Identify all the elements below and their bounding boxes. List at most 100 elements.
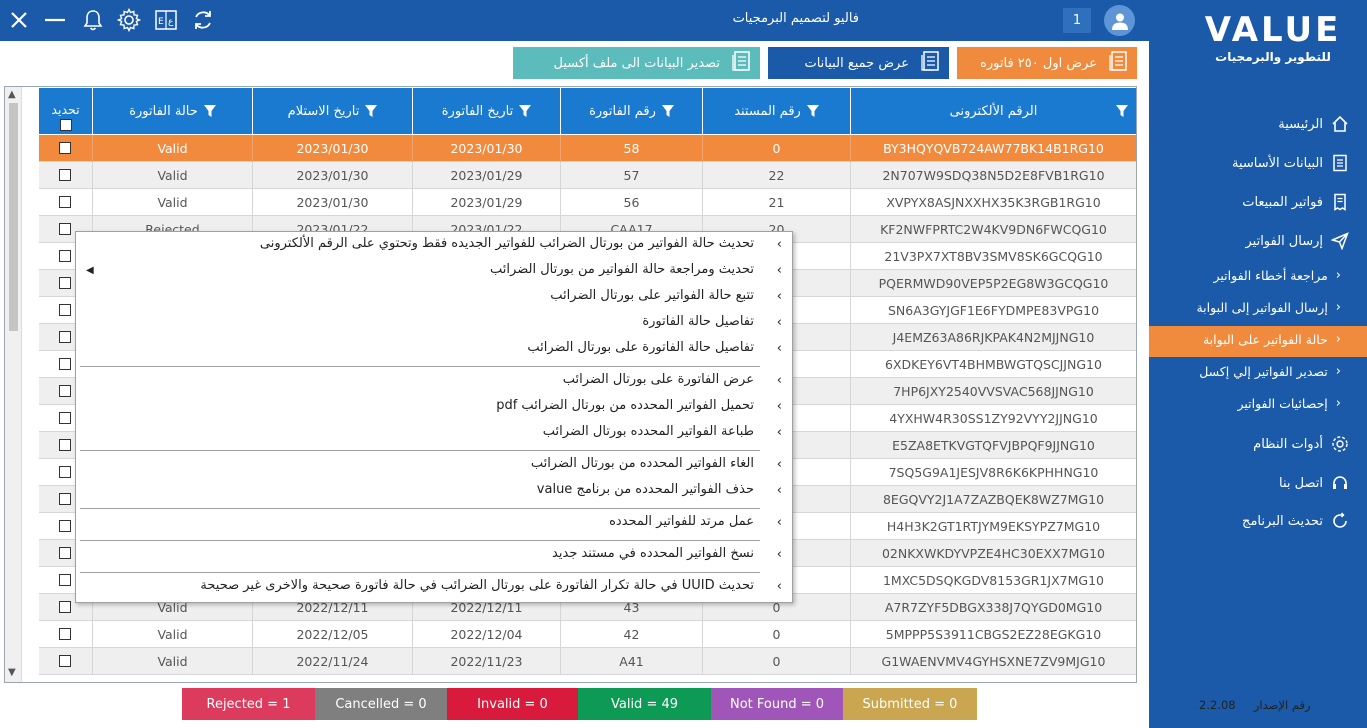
gear-icon[interactable]: [115, 6, 143, 34]
table-row[interactable]: Valid 2023/01/30 2023/01/30 58 0 BY3HQYQVB724…: [39, 135, 1136, 162]
context-menu-item[interactable]: تحديث ومراجعة حالة الفواتير من بورتال ال…: [490, 262, 754, 277]
version-label: رقم الإصدار: [1253, 698, 1311, 712]
table-row[interactable]: Valid 2023/01/30 2023/01/29 56 21 XVPYX8ASJNX…: [39, 189, 1136, 216]
user-name: فاليو لتصميم البرمجيات: [732, 11, 859, 26]
row-checkbox[interactable]: [59, 439, 71, 451]
filter-icon[interactable]: [519, 105, 532, 117]
table-row[interactable]: Valid 2023/01/30 2023/01/29 57 22 2N707W9SDQ3…: [39, 162, 1136, 189]
row-checkbox[interactable]: [59, 142, 71, 154]
context-menu-item[interactable]: نسخ الفواتير المحدده في مستند جديد: [552, 546, 754, 561]
row-checkbox[interactable]: [59, 277, 71, 289]
filter-icon[interactable]: [203, 105, 216, 117]
scroll-up-icon[interactable]: ▲: [8, 89, 16, 100]
minimize-icon[interactable]: [41, 6, 69, 34]
row-checkbox[interactable]: [59, 412, 71, 424]
context-menu-item[interactable]: تحميل الفواتير المحدده من بورتال الضرائب…: [496, 398, 754, 413]
header-select: تحديد: [39, 88, 93, 134]
nav-label: أدوات النظام: [1253, 436, 1323, 452]
row-checkbox[interactable]: [59, 358, 71, 370]
select-all-checkbox[interactable]: [59, 119, 72, 131]
chevron-left-icon: ‹: [776, 263, 782, 278]
status-cancelled[interactable]: Cancelled = 0: [315, 688, 447, 720]
context-menu-item[interactable]: تفاصيل حالة الفاتورة على بورتال الضرائب: [527, 340, 754, 355]
cell-doc-no: 0: [703, 135, 851, 162]
status-rejected[interactable]: Rejected = 1: [182, 688, 315, 720]
row-checkbox[interactable]: [59, 196, 71, 208]
context-menu-item[interactable]: عرض الفاتورة على بورتال الضرائب: [563, 372, 754, 387]
row-checkbox[interactable]: [59, 250, 71, 262]
context-menu-item[interactable]: عمل مرتد للفواتير المحدده: [609, 514, 754, 529]
scroll-down-icon[interactable]: ▼: [8, 667, 16, 678]
status-not-found[interactable]: Not Found = 0: [711, 688, 843, 720]
row-checkbox[interactable]: [59, 385, 71, 397]
show-all-data-button[interactable]: عرض جميع البيانات: [768, 47, 949, 79]
chevron-left-icon: ‹: [1335, 332, 1341, 347]
nav-item-basic-data[interactable]: البيانات الأساسية: [1232, 154, 1349, 172]
cell-electronic-id: 7SQ5G9A1JESJV8R6K6KPHHNG10: [888, 465, 1099, 480]
nav-item-home[interactable]: الرئيسية: [1278, 115, 1349, 133]
export-excel-button[interactable]: تصدير البيانات الى ملف أكسيل: [513, 47, 760, 79]
row-select-cell: [39, 621, 93, 648]
cell-electronic-id: 7HP6JXY2540VVSVAC568JJNG10: [893, 384, 1094, 399]
header-invoice-date[interactable]: تاريخ الفاتورة: [413, 88, 561, 134]
row-checkbox[interactable]: [59, 655, 71, 667]
table-row[interactable]: Valid 2022/12/05 2022/12/04 42 0 5MPPP5S3911C…: [39, 621, 1136, 648]
scrollbar-thumb[interactable]: [9, 103, 18, 331]
nav-item-send-invoices[interactable]: إرسال الفواتير: [1245, 232, 1349, 250]
header-status[interactable]: حالة الفاتورة: [93, 88, 253, 134]
nav-item-system-tools[interactable]: أدوات النظام: [1253, 435, 1349, 453]
header-receive-date[interactable]: تاريخ الاستلام: [253, 88, 413, 134]
nav-item-update-program[interactable]: تحديث البرنامج: [1242, 512, 1349, 530]
filter-icon[interactable]: [1116, 105, 1128, 117]
status-submitted[interactable]: Submitted = 0: [843, 688, 977, 720]
nav-item-portal-status[interactable]: ‹ حالة الفواتير على البوابة: [1203, 332, 1341, 347]
row-checkbox[interactable]: [59, 547, 71, 559]
status-valid[interactable]: Valid = 49: [578, 688, 711, 720]
filter-icon[interactable]: [365, 105, 378, 117]
row-checkbox[interactable]: [59, 331, 71, 343]
context-menu-item[interactable]: الغاء الفواتير المحدده من بورتال الضرائب: [531, 456, 754, 471]
table-row[interactable]: Valid 2022/11/24 2022/11/23 A41 0 G1WAENVMV4G…: [39, 648, 1136, 675]
language-icon[interactable]: Eع: [152, 6, 180, 34]
header-electronic-id[interactable]: الرقم الألكترونى: [851, 88, 1136, 134]
row-checkbox[interactable]: [59, 520, 71, 532]
close-icon[interactable]: [5, 6, 33, 34]
row-checkbox[interactable]: [59, 169, 71, 181]
filter-icon[interactable]: [806, 105, 819, 117]
cell-electronic-id: 8EGQVY2J1A7ZAZBQEK8WZ7MG10: [882, 492, 1105, 507]
cell-invoice-date: 2023/01/29: [413, 162, 561, 189]
cell-invoice-date: 2022/12/04: [413, 621, 561, 648]
cell-electronic-id: 5MPPP5S3911CBGS2EZ28EGKG10: [885, 627, 1102, 642]
menu-separator: [80, 366, 760, 367]
user-avatar-icon[interactable]: [1104, 5, 1135, 36]
chevron-left-icon: ‹: [776, 237, 782, 252]
row-checkbox[interactable]: [59, 223, 71, 235]
context-menu-item[interactable]: تحديث UUID في حالة تكرار الفاتورة على بو…: [200, 578, 754, 593]
context-menu-item[interactable]: طباعة الفواتير المحدده بورتال الضرائب: [543, 424, 754, 439]
row-checkbox[interactable]: [59, 601, 71, 613]
vertical-scrollbar[interactable]: ▲ ▼: [5, 87, 22, 682]
nav-item-export-excel[interactable]: ‹ تصدير الفواتير إلي إكسل: [1199, 364, 1341, 379]
refresh-icon[interactable]: [189, 6, 217, 34]
row-checkbox[interactable]: [59, 628, 71, 640]
nav-item-review-errors[interactable]: ‹ مراجعة أخطاء الفواتير: [1214, 268, 1342, 283]
bell-icon[interactable]: [79, 6, 107, 34]
filter-icon[interactable]: [661, 105, 674, 117]
nav-item-contact-us[interactable]: اتصل بنا: [1279, 474, 1349, 492]
nav-item-sales-invoices[interactable]: فواتير المبيعات: [1242, 193, 1349, 211]
status-invalid[interactable]: Invalid = 0: [447, 688, 578, 720]
nav-item-send-to-portal[interactable]: ‹ إرسال الفواتير إلى البوابة: [1196, 300, 1341, 315]
context-menu-item[interactable]: حذف الفواتير المحدده من برنامج value: [537, 482, 754, 497]
header-invoice-no[interactable]: رقم الفاتورة: [561, 88, 703, 134]
header-doc-no[interactable]: رقم المستند: [703, 88, 851, 134]
nav-item-statistics[interactable]: ‹ إحصائيات الفواتير: [1237, 396, 1341, 411]
row-checkbox[interactable]: [59, 466, 71, 478]
row-checkbox[interactable]: [59, 574, 71, 586]
context-menu-item[interactable]: تفاصيل حالة الفاتورة: [642, 314, 754, 329]
show-first-250-button[interactable]: عرض اول ٢٥٠ فاتوره: [957, 47, 1137, 79]
context-menu-item[interactable]: تتبع حالة الفواتير على بورتال الضرائب: [550, 288, 754, 303]
row-checkbox[interactable]: [59, 304, 71, 316]
row-checkbox[interactable]: [59, 493, 71, 505]
context-menu-item[interactable]: تحديث حالة الفواتير من بورتال الضرائب لل…: [260, 236, 754, 251]
update-icon: [1331, 512, 1349, 530]
